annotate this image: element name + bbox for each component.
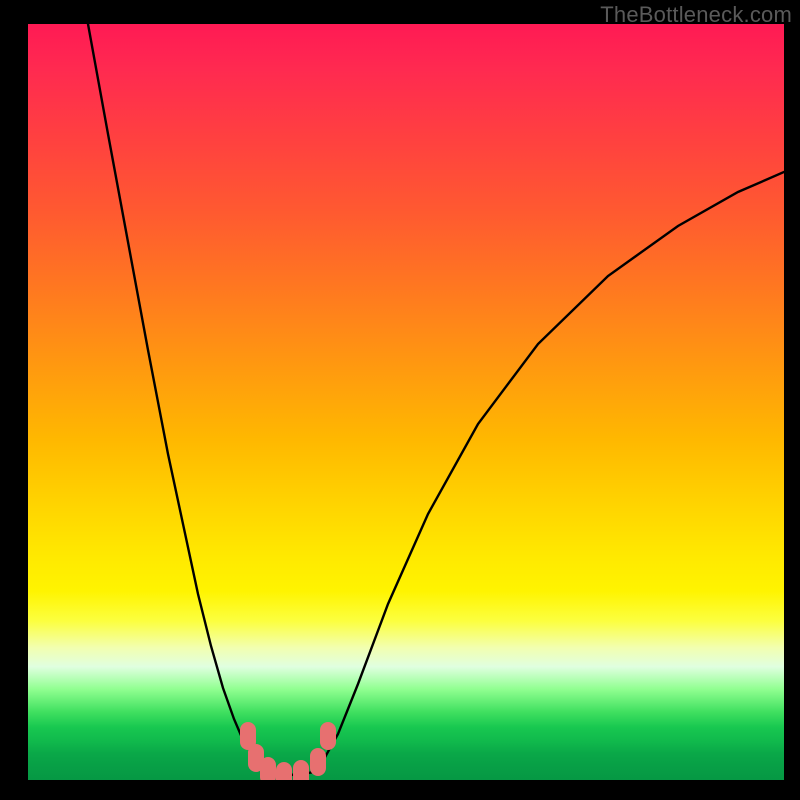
curve-marker <box>276 762 292 780</box>
plot-area <box>28 24 784 780</box>
curve-marker <box>320 722 336 750</box>
chart-frame: TheBottleneck.com <box>0 0 800 800</box>
curve-marker <box>293 760 309 780</box>
watermark-text: TheBottleneck.com <box>600 2 792 28</box>
curve-marker <box>260 757 276 780</box>
curve-marker <box>310 748 326 776</box>
bottleneck-curve <box>28 24 784 780</box>
